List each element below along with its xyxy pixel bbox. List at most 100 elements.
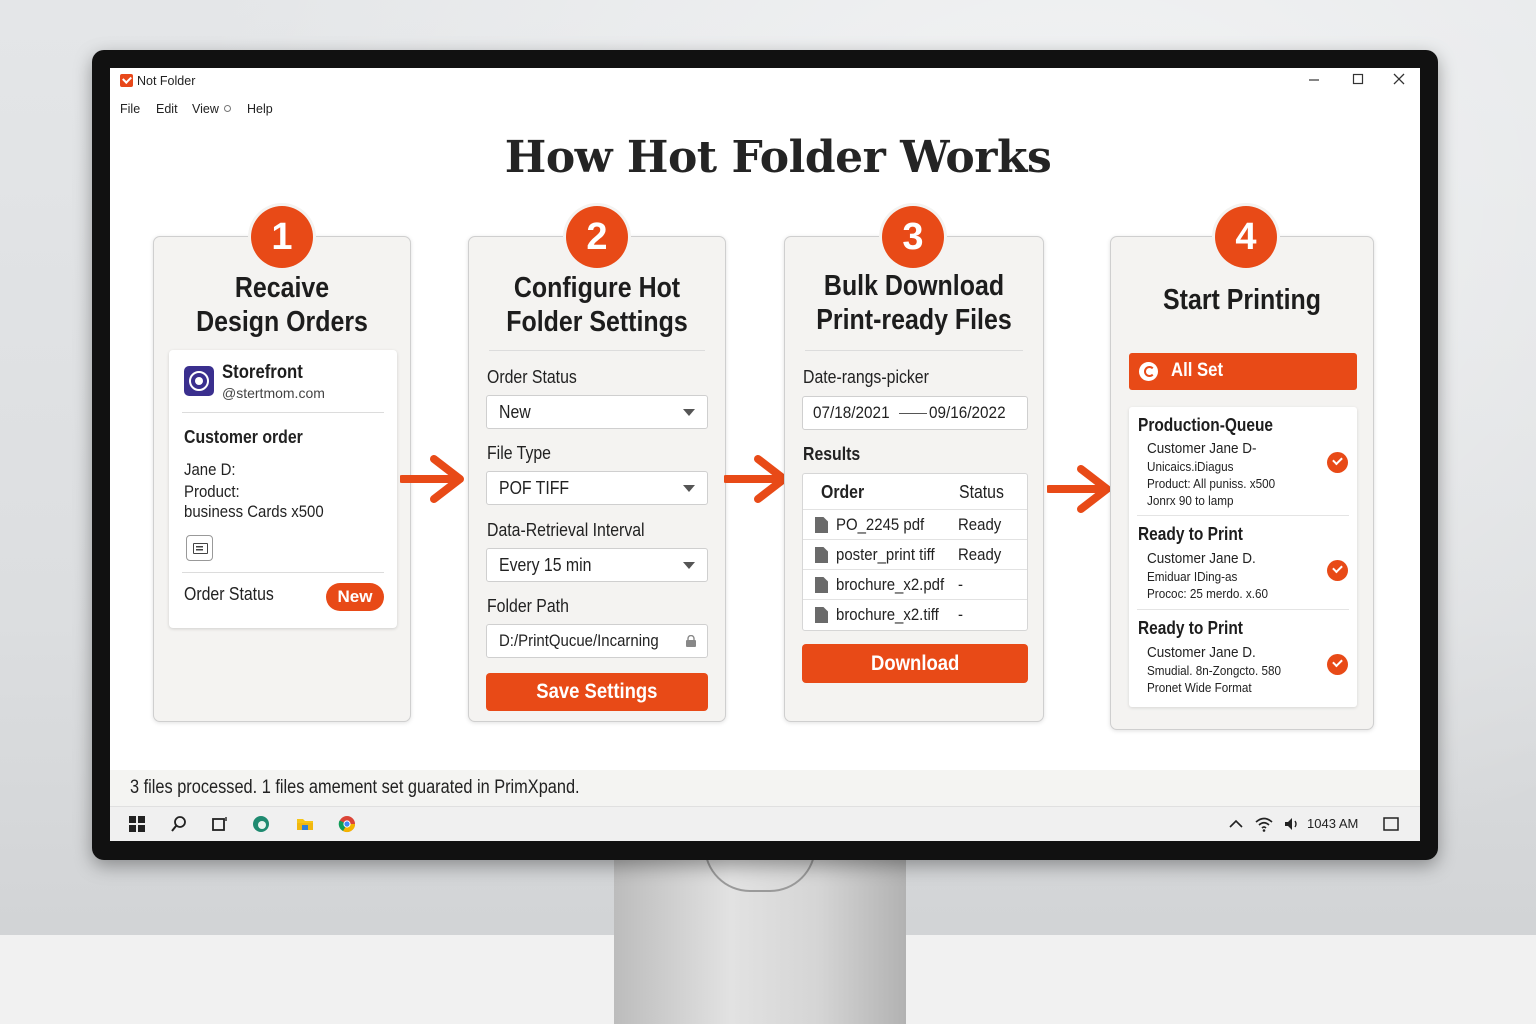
clock[interactable]: 1043 AM	[1307, 816, 1358, 831]
step-number-4: 4	[1215, 206, 1277, 268]
order-status-select[interactable]: New	[486, 395, 708, 429]
window-title: Not Folder	[137, 74, 196, 88]
queue-item-line: Product: All puniss. x500	[1147, 476, 1276, 491]
step-card-bulk-download: Bulk Download Print-ready Files Date-ran…	[784, 236, 1044, 722]
start-icon[interactable]	[128, 815, 146, 833]
order-status-value: New	[499, 402, 531, 422]
notification-icon[interactable]	[1382, 815, 1400, 833]
step-4-title: Start Printing	[1129, 283, 1354, 317]
queue-item-line: Customer Jane D.	[1147, 644, 1256, 661]
queue-item-title: Production-Queue	[1138, 415, 1274, 435]
step-1-title-line-2: Design Orders	[196, 306, 368, 338]
queue-item-line: Unicaics.iDiagus	[1147, 459, 1234, 474]
edge-icon[interactable]	[252, 815, 270, 833]
queue-item-title: Ready to Print	[1138, 524, 1243, 544]
order-status-label: Order Status	[184, 584, 274, 604]
save-settings-button[interactable]: Save Settings	[486, 673, 708, 711]
app-icon	[120, 74, 133, 87]
download-button[interactable]: Download	[802, 644, 1028, 683]
file-explorer-icon[interactable]	[296, 815, 314, 833]
file-icon	[815, 577, 828, 593]
step-4-title-line-1: Start Printing	[1163, 284, 1321, 316]
date-range-picker[interactable]: 07/18/2021 09/16/2022	[802, 396, 1028, 430]
lock-icon	[686, 635, 696, 647]
arrow-right-icon	[1047, 465, 1111, 513]
row-file-name: brochure_x2.pdf	[836, 575, 945, 594]
folder-path-label: Folder Path	[487, 596, 569, 616]
queue-item-line: Emiduar IDing-as	[1147, 569, 1238, 584]
order-customer: Jane D:	[184, 460, 236, 479]
divider	[182, 412, 384, 413]
status-badge: New	[326, 583, 384, 611]
store-handle: @stertmom.com	[222, 385, 325, 401]
storefront-logo-icon	[184, 366, 214, 396]
divider	[1137, 609, 1349, 610]
status-bar: 3 files processed. 1 files amement set g…	[110, 770, 1420, 806]
row-status: -	[958, 575, 963, 594]
maximize-button[interactable]	[1346, 70, 1370, 92]
row-status: -	[958, 605, 963, 624]
refresh-icon	[1139, 362, 1158, 381]
taskbar: 1043 AM	[110, 806, 1420, 841]
table-row[interactable]: poster_print tiff Ready	[803, 539, 1027, 569]
file-type-value: POF TIFF	[499, 478, 570, 498]
folder-path-value: D:/PrintQucue/Incarning	[499, 631, 659, 650]
step-card-configure-settings: Configure Hot Folder Settings Order Stat…	[468, 236, 726, 722]
step-3-title-line-2: Print-ready Files	[816, 304, 1012, 336]
date-separator	[899, 413, 927, 414]
queue-item-line: Prococ: 25 merdo. x.60	[1147, 586, 1268, 601]
row-file-name: PO_2245 pdf	[836, 515, 925, 534]
table-row[interactable]: brochure_x2.pdf -	[803, 569, 1027, 599]
step-number-3: 3	[882, 206, 944, 268]
print-queue: Production-Queue Customer Jane D- Unicai…	[1129, 407, 1357, 707]
menu-view[interactable]: View	[192, 102, 231, 116]
chrome-icon[interactable]	[338, 815, 356, 833]
file-icon	[815, 547, 828, 563]
title-bar: Not Folder	[110, 68, 1420, 94]
all-set-label: All Set	[1171, 360, 1224, 381]
volume-icon[interactable]	[1283, 815, 1301, 833]
wifi-icon[interactable]	[1255, 815, 1273, 833]
order-product-value: business Cards x500	[184, 502, 324, 521]
chevron-down-icon	[683, 409, 695, 416]
order-details-icon[interactable]	[186, 535, 213, 561]
task-view-icon[interactable]	[211, 815, 229, 833]
divider	[489, 350, 705, 351]
interval-select[interactable]: Every 15 min	[486, 548, 708, 582]
chevron-up-icon[interactable]	[1227, 815, 1245, 833]
table-row[interactable]: PO_2245 pdf Ready	[803, 509, 1027, 539]
table-row[interactable]: brochure_x2.tiff -	[803, 599, 1027, 629]
row-file-name: poster_print tiff	[836, 545, 935, 564]
chevron-down-icon	[683, 485, 695, 492]
search-icon[interactable]	[170, 815, 188, 833]
store-name: Storefront	[222, 362, 303, 383]
step-3-title: Bulk Download Print-ready Files	[803, 269, 1025, 337]
menu-view-label: View	[192, 102, 219, 116]
minimize-icon	[1309, 79, 1319, 81]
row-status: Ready	[958, 545, 1002, 564]
chevron-down-icon	[683, 562, 695, 569]
queue-item-line: Pronet Wide Format	[1147, 680, 1252, 695]
check-circle-icon	[1327, 452, 1348, 473]
menu-help[interactable]: Help	[247, 102, 273, 116]
close-button[interactable]	[1387, 70, 1411, 92]
menu-edit[interactable]: Edit	[156, 102, 178, 116]
row-status: Ready	[958, 515, 1002, 534]
arrow-right-icon	[400, 455, 464, 503]
save-settings-label: Save Settings	[536, 680, 658, 703]
screen: Not Folder File Edit View Help How Hot F…	[110, 68, 1420, 841]
check-circle-icon	[1327, 654, 1348, 675]
queue-item-line: Jonrx 90 to lamp	[1147, 493, 1234, 508]
menu-file[interactable]: File	[120, 102, 140, 116]
divider	[182, 572, 384, 573]
minimize-button[interactable]	[1302, 70, 1326, 92]
folder-path-input[interactable]: D:/PrintQucue/Incarning	[486, 624, 708, 658]
divider	[1137, 515, 1349, 516]
queue-item-line: Customer Jane D.	[1147, 550, 1256, 567]
step-card-receive-orders: Recaive Design Orders Storefront @stertm…	[153, 236, 411, 722]
file-type-select[interactable]: POF TIFF	[486, 471, 708, 505]
step-1-title: Recaive Design Orders	[172, 271, 392, 339]
status-text: 3 files processed. 1 files amement set g…	[130, 777, 580, 798]
view-indicator-icon	[223, 105, 231, 112]
queue-item-title: Ready to Print	[1138, 618, 1243, 638]
